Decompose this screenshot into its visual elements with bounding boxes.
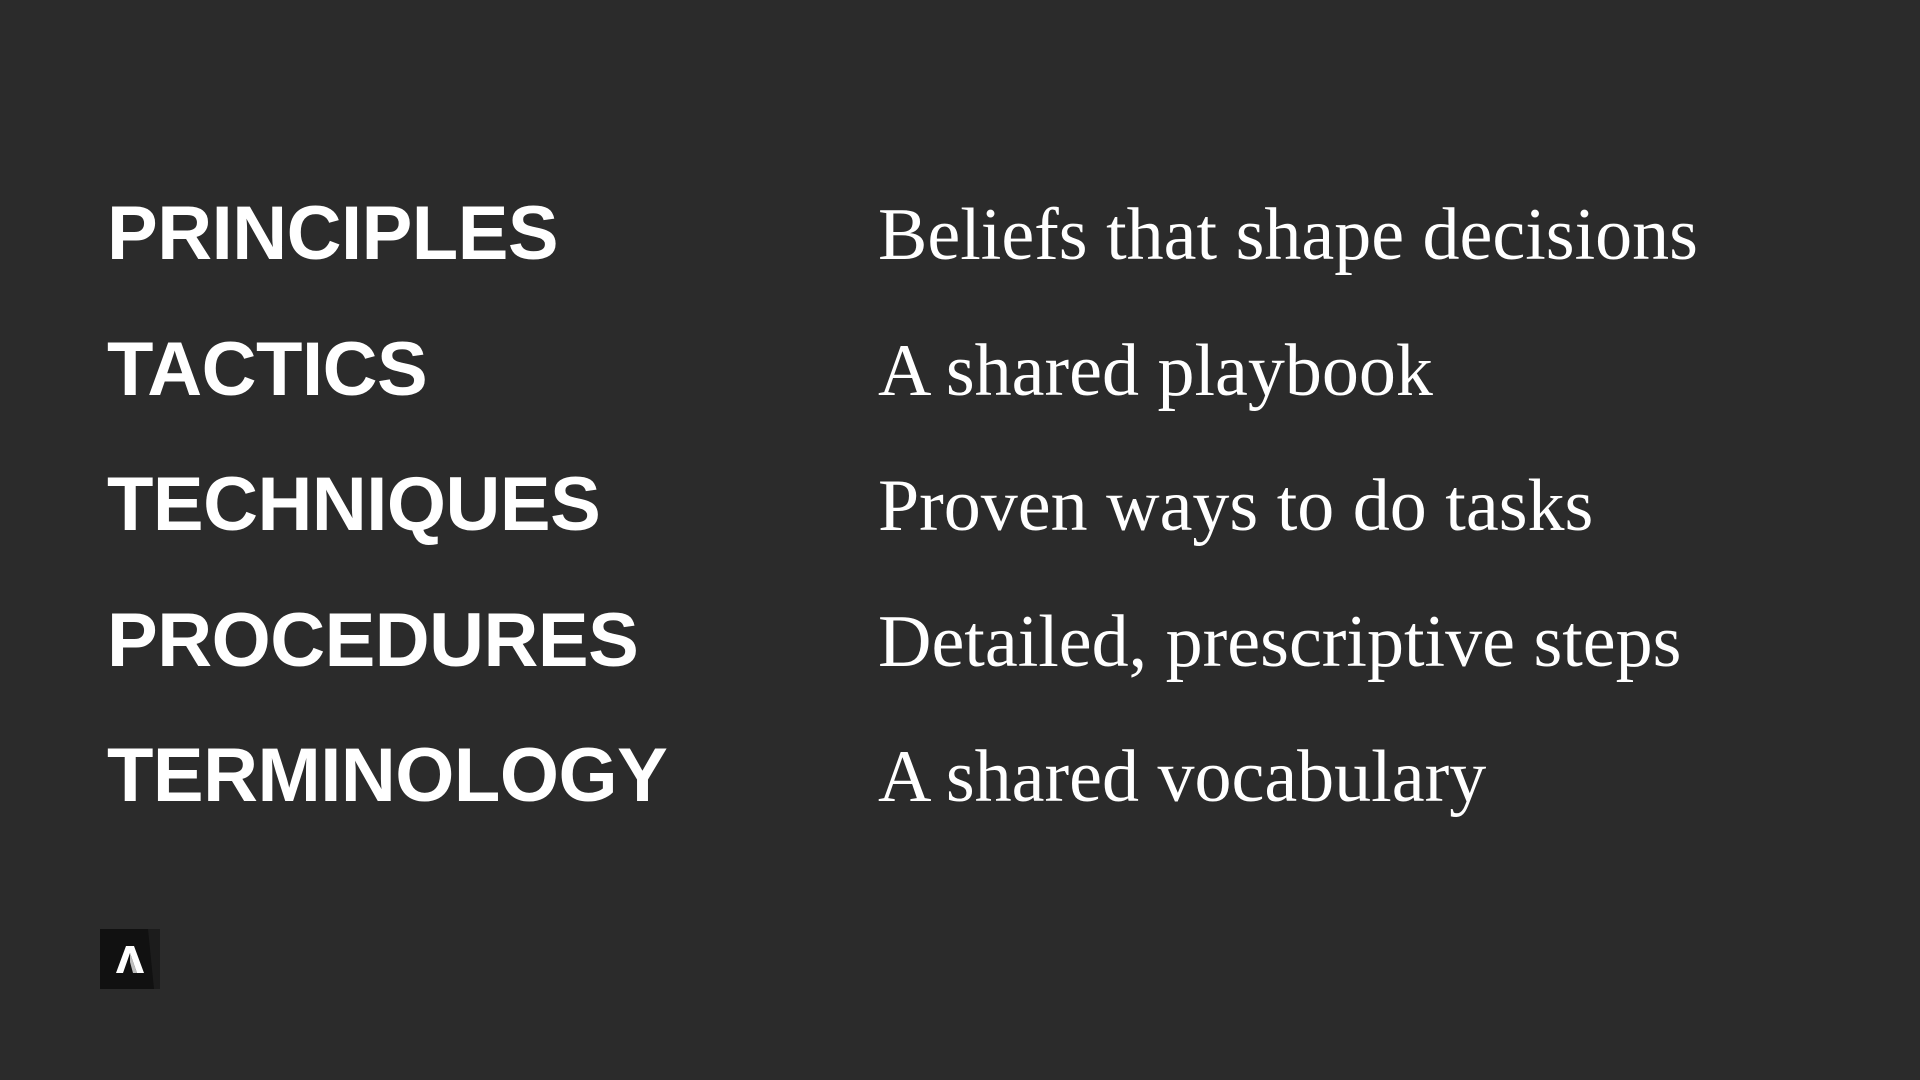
list-item: TECHNIQUES Proven ways to do tasks [107, 467, 1867, 603]
term-description: Proven ways to do tasks [878, 465, 1594, 547]
term-label: TERMINOLOGY [107, 733, 668, 818]
list-item: TACTICS A shared playbook [107, 326, 1867, 468]
slide: PRINCIPLES Beliefs that shape decisions … [0, 0, 1920, 1080]
term-description: A shared playbook [878, 329, 1433, 412]
term-description: Beliefs that shape decisions [878, 194, 1698, 276]
term-label: PRINCIPLES [107, 191, 559, 276]
brand-logo-icon [100, 929, 160, 989]
term-description: Detailed, prescriptive steps [878, 600, 1682, 683]
list-item: PRINCIPLES Beliefs that shape decisions [107, 196, 1867, 332]
list-item: PROCEDURES Detailed, prescriptive steps [107, 597, 1867, 739]
term-description: A shared vocabulary [878, 736, 1487, 818]
term-list: PRINCIPLES Beliefs that shape decisions … [107, 196, 1867, 874]
term-label: TACTICS [107, 326, 428, 412]
list-item: TERMINOLOGY A shared vocabulary [107, 738, 1867, 874]
term-label: PROCEDURES [107, 597, 639, 683]
term-label: TECHNIQUES [107, 462, 601, 547]
